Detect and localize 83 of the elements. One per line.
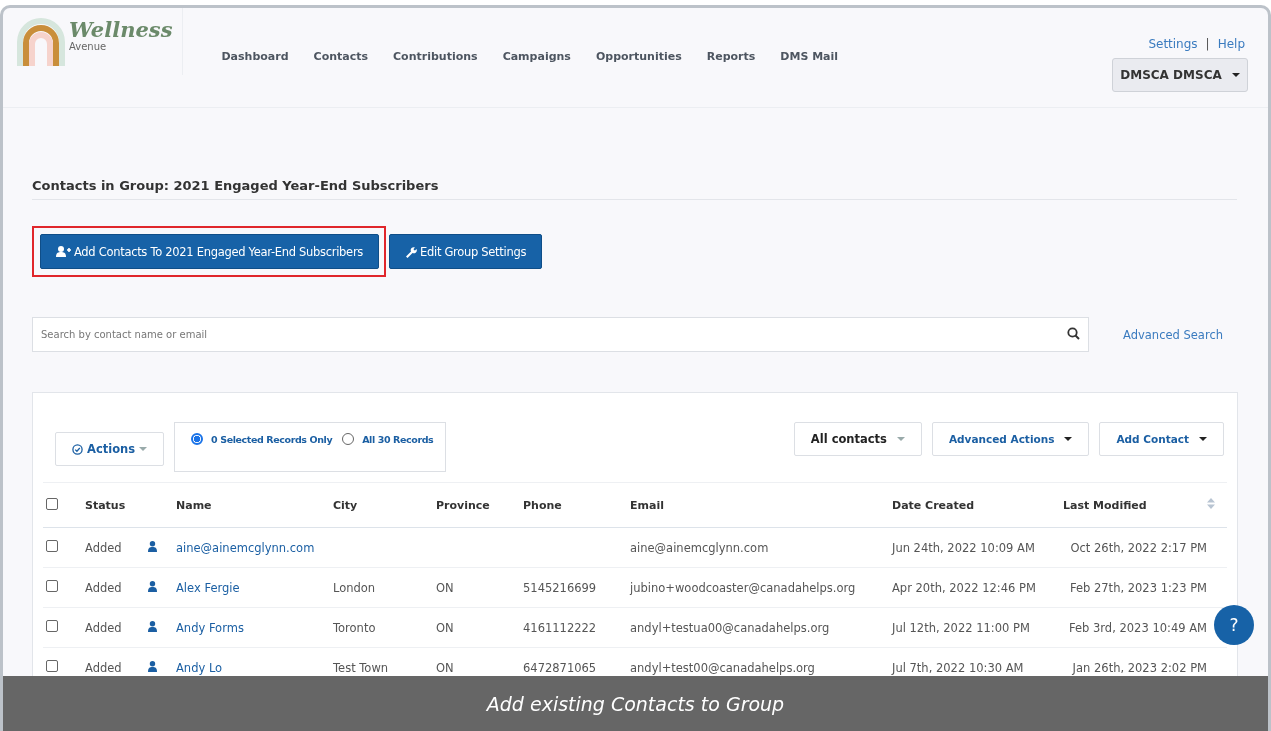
person-icon [148,540,157,552]
column-header[interactable]: Name [176,498,333,512]
table-cell-text: Jul 7th, 2022 10:30 AM [892,660,1025,675]
person-icon [148,580,157,592]
radio-button[interactable] [191,433,204,445]
contact-name-link[interactable]: Andy Forms [176,620,333,635]
table-cell: Feb 3rd, 2023 10:49 AM [1069,620,1207,635]
contact-name-link[interactable]: Alex Fergie [176,580,333,595]
logo-subtitle: Avenue [69,41,108,52]
table-cell: Test Town [333,660,389,675]
column-header[interactable]: Date Created [892,498,1063,512]
table-cell: London [333,580,376,595]
advanced-search-link[interactable]: Advanced Search [1123,327,1237,342]
nav-link[interactable]: DMS Mail [780,50,839,63]
table-cell-text: Added [85,620,123,635]
check-circle-icon [72,443,83,455]
select-all-checkbox[interactable] [46,497,58,510]
filter-dropdown[interactable]: All contacts [793,422,922,456]
caret-icon [1199,437,1207,441]
table-cell: 6472871065 [523,660,597,675]
caption-text: Add existing Contacts to Group [486,692,785,715]
table-cell: Jan 26th, 2023 2:02 PM [1072,660,1207,675]
radio-option[interactable]: All 30 Records [342,433,434,445]
nav-link[interactable]: Dashboard [221,50,289,63]
column-header[interactable]: Email [630,498,892,512]
table-cell-text: Jun 24th, 2022 10:09 AM [892,540,1036,555]
nav-link[interactable]: Opportunities [595,50,682,63]
nav-link[interactable]: Campaigns [502,50,571,63]
table-cell-text: jubino+woodcoaster@canadahelps.org [630,580,857,595]
column-header[interactable]: Phone [523,498,630,512]
wrench-icon [405,245,418,258]
caret-icon [1231,73,1240,77]
person-icon [148,620,157,632]
table-cell: Toronto [333,620,376,635]
table-cell-text: Added [85,580,123,595]
table-cell: Oct 26th, 2022 2:17 PM [1070,540,1207,555]
person-icon [148,660,157,672]
nav-link[interactable]: Reports [706,50,756,63]
table-cell-text: aine@ainemcglynn.com [630,540,770,555]
nav-link[interactable]: Contacts [313,50,369,63]
logo-title: Wellness [69,19,173,41]
add-contact-button[interactable]: Add Contact [1099,422,1224,456]
nav-link[interactable]: Contributions [393,50,478,63]
table-cell: Feb 27th, 2023 1:23 PM [1069,580,1207,595]
table-cell-text: andyl+testua00@canadahelps.org [630,620,831,635]
table-cell-text: Added [85,660,123,675]
row-checkbox[interactable] [46,540,58,552]
table-cell: ON [436,580,454,595]
table-cell-text: Added [85,540,123,555]
help-button[interactable]: ? [1214,605,1254,645]
column-header[interactable]: Province [436,498,523,512]
contact-name-link[interactable]: Andy Lo [176,660,333,675]
column-header[interactable]: Status [85,498,148,512]
row-checkbox[interactable] [46,580,58,592]
search-icon [1067,327,1081,340]
search-field[interactable]: Search by contact name or email [32,317,1090,352]
page-title: Contacts in Group: 2021 Engaged Year-End Subscribers [32,178,1237,200]
caret-icon [139,447,148,451]
add-user-icon [56,246,71,257]
column-header[interactable]: Last Modified [1063,498,1207,512]
table-cell: 5145216699 [523,580,597,595]
user-menu-button[interactable]: DMSCA DMSCA [1112,58,1248,92]
primary-button[interactable]: Edit Group Settings [389,234,543,269]
table-cell: ON [436,620,454,635]
table-cell-text: andyl+test00@canadahelps.org [630,660,816,675]
caret-icon [896,437,905,441]
column-header[interactable]: City [333,498,436,512]
advanced-actions-button[interactable]: Advanced Actions [931,422,1090,456]
table-cell-text: Apr 20th, 2022 12:46 PM [892,580,1037,595]
radio-option[interactable]: 0 Selected Records Only [191,433,333,445]
contact-name-link[interactable]: aine@ainemcglynn.com [176,540,333,555]
actions-button[interactable]: Actions [55,432,165,466]
table-cell: 4161112222 [523,620,597,635]
link-separator: | [1205,37,1210,51]
primary-button[interactable]: Add Contacts To 2021 Engaged Year-End Subscribers [40,234,380,269]
top-link[interactable]: Settings [1148,37,1198,51]
row-checkbox[interactable] [46,620,58,632]
rainbow-logo-icon [15,16,67,66]
row-checkbox[interactable] [46,660,58,672]
table-cell-text: Jul 12th, 2022 11:00 PM [892,620,1031,635]
top-link[interactable]: Help [1217,37,1245,51]
table-cell: ON [436,660,454,675]
caret-icon [1064,437,1073,441]
